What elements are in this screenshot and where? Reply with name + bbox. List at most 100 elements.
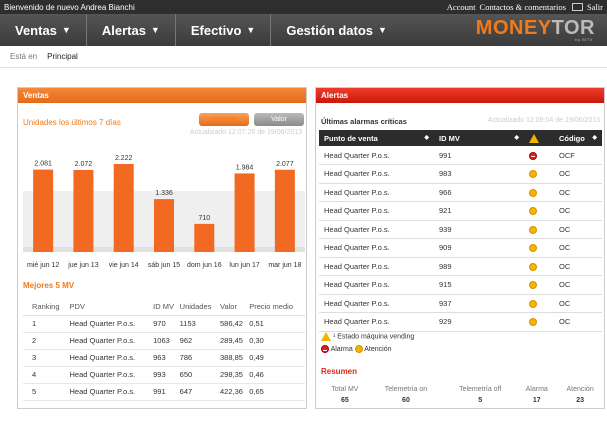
table-cell: 786 xyxy=(179,349,221,367)
mail-icon[interactable] xyxy=(571,3,583,11)
x-tick-label: dom jun 16 xyxy=(187,262,222,269)
table-cell: OC xyxy=(554,183,602,202)
ventas-subtitle: Unidades los últimos 7 días xyxy=(23,118,121,127)
bar-label: 1.984 xyxy=(236,164,254,171)
nav-gestion-datos[interactable]: Gestión datos ▼ xyxy=(271,14,402,46)
table-cell: 422,36 xyxy=(220,383,250,401)
table-cell: OC xyxy=(554,294,602,313)
table-row[interactable]: 1 Head Quarter P.o.s. 970 1153 586,42 0,51 xyxy=(23,315,305,333)
table-row[interactable]: 3 Head Quarter P.o.s. 963 786 388,85 0,49 xyxy=(23,349,305,367)
attention-icon xyxy=(529,281,537,290)
table-row[interactable]: 2 Head Quarter P.o.s. 1063 962 289,45 0,30 xyxy=(23,332,305,350)
nav-alertas[interactable]: Alertas ▼ xyxy=(87,14,176,46)
alarm-icon xyxy=(321,345,329,353)
table-cell: Head Quarter P.o.s. xyxy=(319,183,434,202)
account-link[interactable]: Account xyxy=(447,2,476,12)
bar-label: 1.336 xyxy=(155,190,173,197)
logout-link[interactable]: Salir xyxy=(587,2,603,12)
chevron-down-icon: ▼ xyxy=(378,25,387,35)
moneytor-logo: MONEYTOR by BITX xyxy=(475,17,595,42)
table-row[interactable]: 5 Head Quarter P.o.s. 991 647 422,36 0,65 xyxy=(23,383,305,401)
table-cell: Head Quarter P.o.s. xyxy=(319,164,434,184)
table-cell: OC xyxy=(554,257,602,276)
ventas-panel: Ventas Unidades los últimos 7 días Unida… xyxy=(17,87,307,409)
table-cell: 991 xyxy=(153,383,180,401)
attention-icon xyxy=(529,188,537,197)
table-cell: Head Quarter P.o.s. xyxy=(319,201,434,221)
summary-value: 23 xyxy=(576,396,584,404)
table-cell: Head Quarter P.o.s. xyxy=(319,275,434,295)
summary-value: 5 xyxy=(478,396,483,404)
alarm-icon xyxy=(529,151,537,160)
unidades-button[interactable]: Unidades xyxy=(199,113,249,126)
col-estado[interactable] xyxy=(524,130,554,146)
bar-label: 2.222 xyxy=(115,155,133,162)
table-cell: OC xyxy=(554,275,602,295)
attention-icon xyxy=(529,207,537,216)
table-row[interactable]: Head Quarter P.o.s. 939 OC xyxy=(319,220,602,239)
table-cell: 388,85 xyxy=(220,349,250,367)
attention-icon xyxy=(529,225,537,234)
nav-label: Gestión datos xyxy=(286,22,374,38)
table-cell: OC xyxy=(554,164,602,184)
breadcrumb: Está en Principal xyxy=(0,46,607,68)
col-id-mv[interactable]: ID MV ◆ xyxy=(434,130,524,146)
table-cell: 0,49 xyxy=(249,349,305,367)
summary-col-header: Alarma xyxy=(525,385,548,393)
sort-icon: ◆ xyxy=(424,134,429,141)
x-tick-label: mié jun 12 xyxy=(27,262,59,269)
table-cell: 4 xyxy=(23,366,70,384)
bar-label: 2.081 xyxy=(34,161,52,168)
x-tick-label: vie jun 14 xyxy=(109,262,139,269)
table-cell: Head Quarter P.o.s. xyxy=(319,294,434,313)
table-row[interactable]: Head Quarter P.o.s. 983 OC xyxy=(319,164,602,184)
valor-button[interactable]: Valor xyxy=(254,113,304,126)
table-row[interactable]: Head Quarter P.o.s. 937 OC xyxy=(319,294,602,313)
table-row[interactable]: Head Quarter P.o.s. 921 OC xyxy=(319,201,602,221)
ventas-header: Ventas xyxy=(18,88,306,103)
x-tick-label: lun jun 17 xyxy=(229,262,259,269)
table-cell: 909 xyxy=(434,238,524,258)
table-cell: Head Quarter P.o.s. xyxy=(69,366,154,384)
table-cell: Head Quarter P.o.s. xyxy=(319,238,434,258)
nav-ventas[interactable]: Ventas ▼ xyxy=(0,14,87,46)
bar[interactable] xyxy=(33,169,54,252)
nav-efectivo[interactable]: Efectivo ▼ xyxy=(176,14,272,46)
table-cell: 915 xyxy=(434,275,524,295)
table-row[interactable]: Head Quarter P.o.s. 966 OC xyxy=(319,183,602,202)
table-row[interactable]: Head Quarter P.o.s. 909 OC xyxy=(319,238,602,258)
table-cell: 937 xyxy=(434,294,524,313)
bar[interactable] xyxy=(154,199,174,252)
col-punto-de-venta[interactable]: Punto de venta ◆ xyxy=(319,130,434,146)
bar[interactable] xyxy=(234,173,255,252)
contacts-link[interactable]: Contactos & comentarios xyxy=(480,2,566,12)
bar[interactable] xyxy=(73,169,94,252)
legend-state: ¹ Estado máquina vending xyxy=(321,332,414,341)
ventas-updated: Actualizado 12:07:26 de 19/06/2013 xyxy=(189,129,302,136)
table-row[interactable]: Head Quarter P.o.s. 915 OC xyxy=(319,275,602,295)
warning-icon xyxy=(529,133,539,143)
table-cell: 939 xyxy=(434,220,524,239)
bar-label: 2.077 xyxy=(276,161,294,168)
table-cell: 298,35 xyxy=(220,366,250,384)
table-row[interactable]: Head Quarter P.o.s. 929 OC xyxy=(319,312,602,332)
table-cell: 1063 xyxy=(153,332,180,350)
x-tick-label: mar jun 18 xyxy=(268,262,301,269)
summary-col-header: Total MV xyxy=(331,385,359,393)
table-row[interactable]: Head Quarter P.o.s. 989 OC xyxy=(319,257,602,276)
table-row[interactable]: 4 Head Quarter P.o.s. 993 650 298,35 0,46 xyxy=(23,366,305,384)
table-cell: OC xyxy=(554,238,602,258)
breadcrumb-current[interactable]: Principal xyxy=(47,52,78,61)
bar[interactable] xyxy=(113,164,134,252)
alertas-subtitle: Últimas alarmas críticas xyxy=(321,117,407,126)
bar[interactable] xyxy=(274,169,295,252)
bar-label: 710 xyxy=(198,215,210,222)
table-cell: 0,65 xyxy=(249,383,305,401)
alertas-updated: Actualizado 12:09:04 de 19/06/2013 xyxy=(487,117,600,124)
table-cell: OC xyxy=(554,220,602,239)
rank-col-header: Precio medio xyxy=(249,298,305,316)
bar[interactable] xyxy=(194,223,215,252)
table-row[interactable]: Head Quarter P.o.s. 991 OCF xyxy=(319,146,602,165)
table-cell: Head Quarter P.o.s. xyxy=(319,146,434,165)
col-codigo[interactable]: Código ◆ xyxy=(554,130,602,146)
